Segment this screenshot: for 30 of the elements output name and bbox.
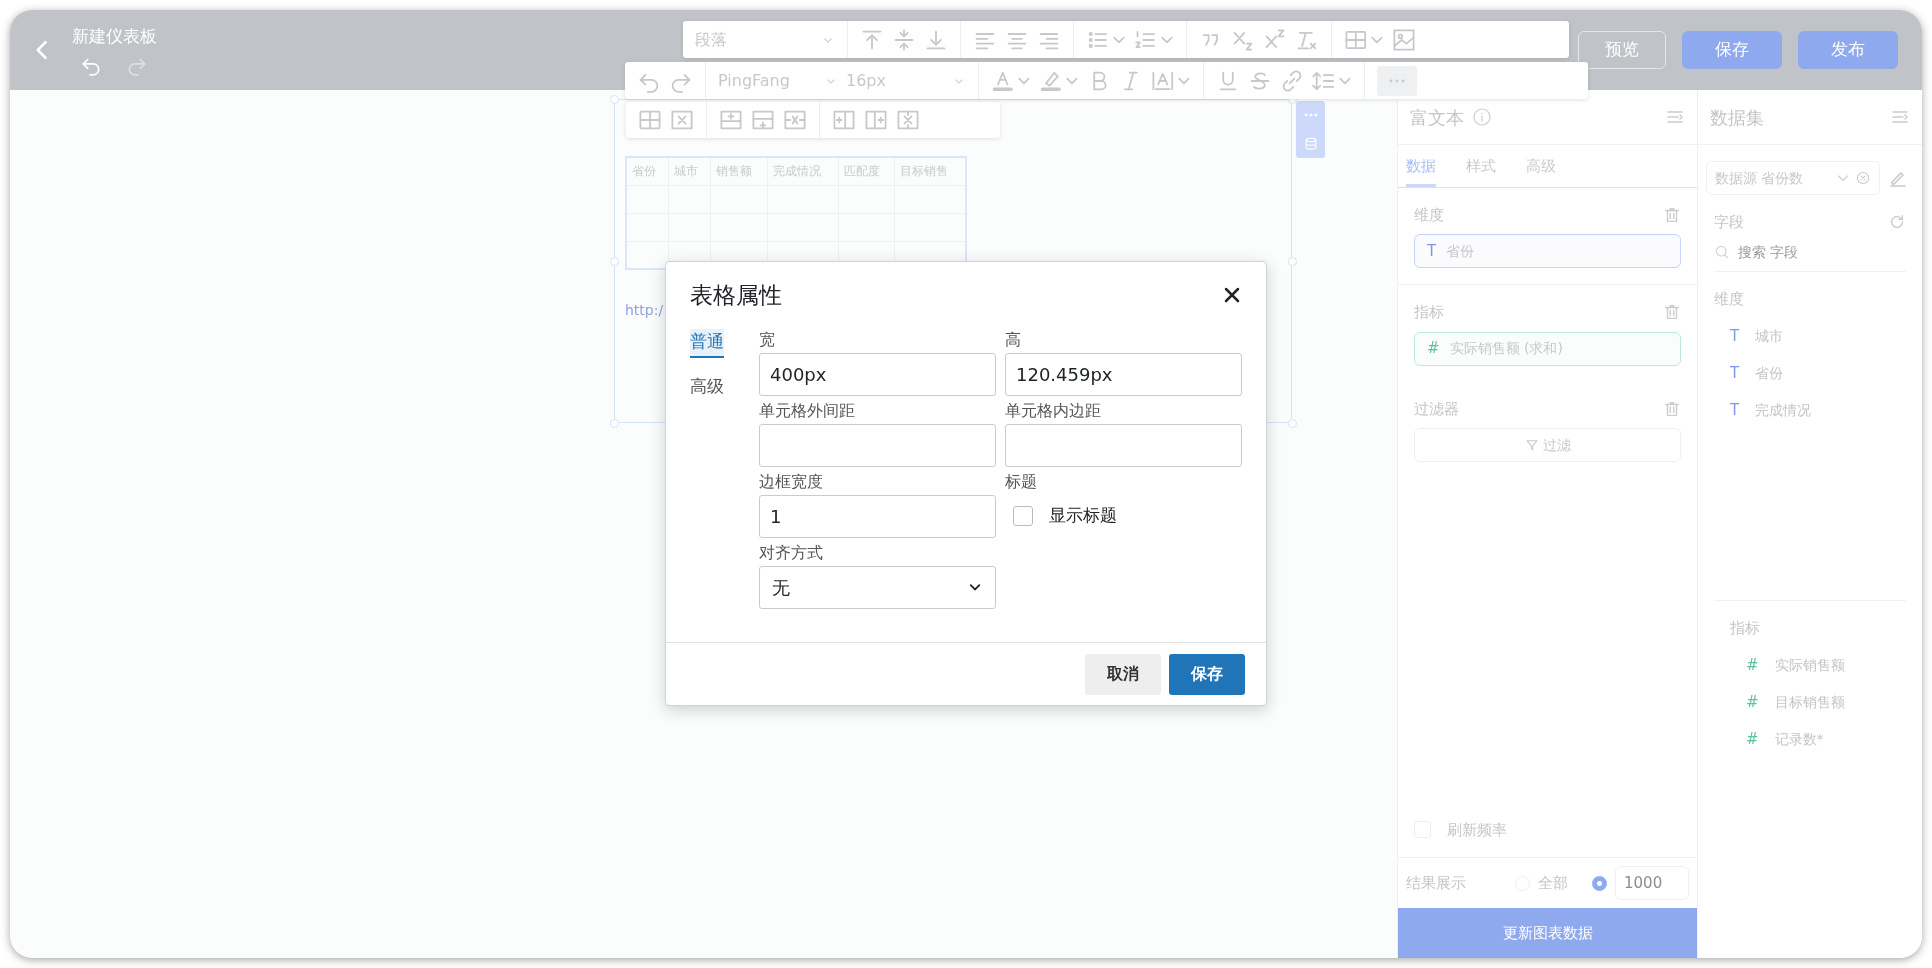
field-label: 单元格内边距 — [1005, 399, 1102, 422]
dashboard-title: 新建仪表板 — [72, 25, 157, 49]
field-type-icon: T — [1730, 362, 1740, 385]
field-type-icon: # — [1746, 654, 1759, 677]
checkbox-label: 刷新频率 — [1447, 819, 1507, 841]
field-type-icon: # — [1427, 337, 1440, 360]
panel-title: 富文本 — [1410, 105, 1464, 130]
radio-label: 全部 — [1538, 872, 1568, 894]
field-label: 结果展示 — [1406, 872, 1466, 894]
field-label: 单元格外间距 — [759, 399, 856, 422]
dialog-title: 表格属性 — [690, 281, 782, 310]
section-label: 维度 — [1714, 288, 1745, 310]
field-label: 标题 — [1005, 470, 1038, 493]
section-label: 维度 — [1414, 204, 1444, 226]
field-type-icon: T — [1730, 325, 1740, 348]
panel-title: 数据集 — [1710, 105, 1764, 130]
section-label: 过滤器 — [1414, 398, 1459, 420]
section-label: 指标 — [1730, 617, 1761, 639]
field-label: 宽 — [759, 328, 776, 351]
checkbox-label: 显示标题 — [1049, 504, 1117, 528]
field-type-icon: # — [1746, 691, 1759, 714]
field-type-icon: T — [1427, 239, 1437, 263]
link-text: http:/ — [625, 301, 664, 320]
field-label: 对齐方式 — [759, 541, 824, 564]
section-label: 指标 — [1414, 302, 1444, 323]
field-type-icon: T — [1730, 399, 1740, 422]
field-type-icon: # — [1746, 728, 1759, 751]
section-label: 字段 — [1714, 212, 1744, 233]
field-label: 边框宽度 — [759, 470, 824, 493]
field-label: 高 — [1005, 328, 1022, 351]
